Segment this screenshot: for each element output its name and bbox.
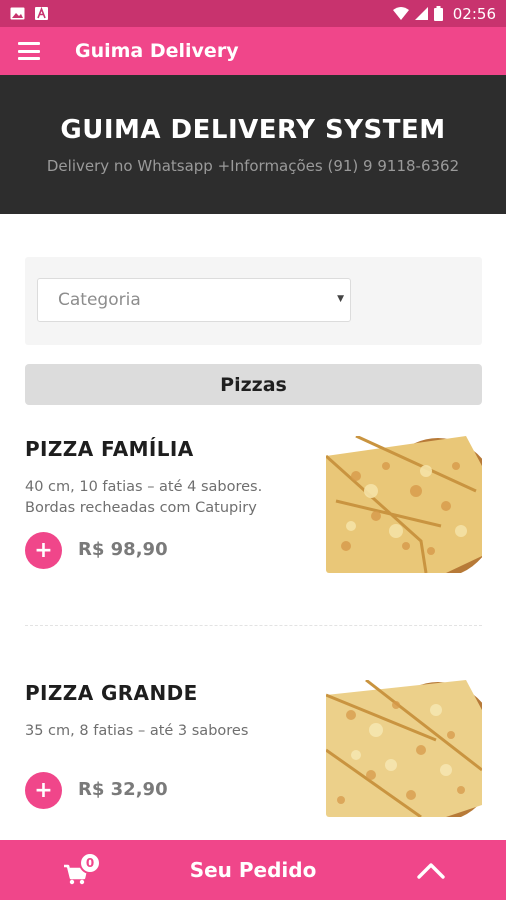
chevron-up-icon[interactable] bbox=[416, 860, 446, 880]
add-to-cart-button[interactable]: + bbox=[25, 532, 62, 569]
hero-title: GUIMA DELIVERY SYSTEM bbox=[60, 115, 446, 145]
hamburger-menu-icon[interactable] bbox=[18, 42, 40, 60]
product-price: R$ 98,90 bbox=[78, 539, 168, 560]
hero-banner: GUIMA DELIVERY SYSTEM Delivery no Whatsa… bbox=[0, 75, 506, 214]
cart-icon[interactable]: 0 bbox=[62, 852, 101, 886]
category-select[interactable]: Categoria ▼ bbox=[37, 278, 351, 322]
product-name: PIZZA GRANDE bbox=[25, 681, 198, 705]
product-item: PIZZA FAMÍLIA 40 cm, 10 fatias – até 4 s… bbox=[25, 436, 482, 577]
cart-count-badge: 0 bbox=[79, 852, 101, 874]
category-select-label: Categoria bbox=[58, 290, 141, 310]
add-to-cart-button[interactable]: + bbox=[25, 772, 62, 809]
app-title: Guima Delivery bbox=[75, 40, 239, 62]
pizza-image[interactable] bbox=[326, 680, 482, 817]
hero-subtitle: Delivery no Whatsapp +Informações (91) 9… bbox=[46, 157, 460, 175]
image-icon bbox=[10, 7, 25, 20]
battery-icon bbox=[433, 6, 443, 21]
status-bar: 02:56 bbox=[0, 0, 506, 27]
product-description: 40 cm, 10 fatias – até 4 sabores. Bordas… bbox=[25, 479, 263, 516]
dropdown-caret-icon: ▼ bbox=[337, 294, 344, 304]
order-label: Seu Pedido bbox=[189, 858, 317, 882]
status-time: 02:56 bbox=[452, 4, 496, 23]
signal-icon bbox=[414, 7, 428, 20]
divider bbox=[25, 625, 482, 626]
product-item: PIZZA GRANDE 35 cm, 8 fatias – até 3 sab… bbox=[25, 680, 482, 821]
order-bar[interactable]: 0 Seu Pedido bbox=[0, 840, 506, 900]
pizza-image[interactable] bbox=[326, 436, 482, 573]
product-description: 35 cm, 8 fatias – até 3 sabores bbox=[25, 723, 249, 739]
product-price: R$ 32,90 bbox=[78, 779, 168, 800]
category-header: Pizzas bbox=[25, 364, 482, 405]
app-bar: Guima Delivery bbox=[0, 27, 506, 75]
filter-panel: Categoria ▼ bbox=[25, 257, 482, 345]
text-a-icon bbox=[35, 7, 48, 20]
wifi-icon bbox=[392, 7, 409, 20]
product-name: PIZZA FAMÍLIA bbox=[25, 437, 194, 461]
